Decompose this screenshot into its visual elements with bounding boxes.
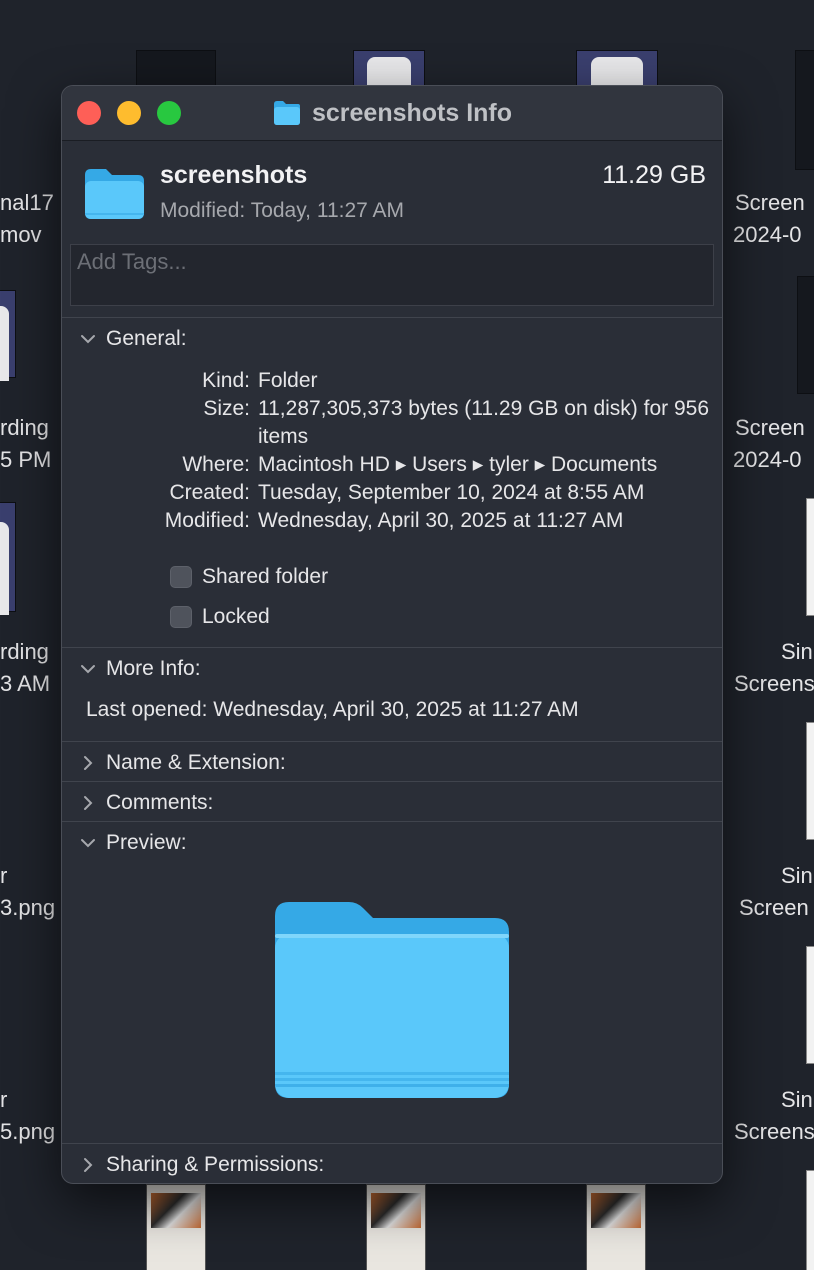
section-name-extension-toggle[interactable]: Name & Extension: bbox=[80, 748, 286, 778]
desktop-file-label[interactable]: nal17 bbox=[0, 187, 54, 219]
desktop-file-thumbnail[interactable] bbox=[806, 946, 814, 1064]
desktop-file-label[interactable]: 3 AM bbox=[0, 668, 50, 700]
desktop-file-thumbnail[interactable] bbox=[353, 50, 425, 91]
desktop-file-thumbnail[interactable] bbox=[366, 1184, 426, 1270]
shared-folder-checkbox[interactable] bbox=[170, 566, 192, 588]
folder-icon bbox=[85, 169, 144, 219]
modified-summary: Modified: Today, 11:27 AM bbox=[160, 199, 404, 223]
chevron-down-icon bbox=[81, 839, 95, 848]
info-value: Wednesday, April 30, 2025 at 11:27 AM bbox=[258, 509, 624, 532]
chevron-down-icon bbox=[81, 665, 95, 674]
info-key: Where: bbox=[182, 453, 250, 476]
folder-preview-icon bbox=[275, 902, 509, 1098]
title-bar[interactable]: screenshots Info bbox=[62, 86, 722, 141]
desktop-file-label[interactable]: 2024-0 bbox=[733, 219, 802, 251]
desktop-file-label[interactable]: Sin bbox=[781, 636, 813, 668]
desktop-file-thumbnail[interactable] bbox=[576, 50, 658, 91]
chevron-right-icon bbox=[84, 796, 93, 810]
folder-icon bbox=[273, 101, 300, 125]
desktop-file-thumbnail[interactable] bbox=[795, 50, 814, 170]
desktop-file-label[interactable]: 3.png bbox=[0, 892, 55, 924]
desktop-file-thumbnail[interactable] bbox=[806, 498, 814, 616]
section-more-info-toggle[interactable]: More Info: bbox=[80, 654, 201, 684]
desktop-file-thumbnail[interactable] bbox=[586, 1184, 646, 1270]
desktop-file-thumbnail[interactable] bbox=[797, 276, 814, 394]
desktop-file-label[interactable]: rding bbox=[0, 636, 49, 668]
info-window: screenshots Info screenshots 11.29 GB Mo… bbox=[61, 85, 723, 1184]
modified-label: Modified: bbox=[160, 199, 246, 222]
folder-name: screenshots bbox=[160, 161, 308, 189]
chevron-right-icon bbox=[84, 756, 93, 770]
section-name-extension-title: Name & Extension: bbox=[106, 751, 286, 774]
section-general-title: General: bbox=[106, 327, 187, 350]
chevron-down-icon bbox=[81, 335, 95, 344]
locked-option[interactable]: Locked bbox=[170, 605, 270, 629]
shared-folder-option[interactable]: Shared folder bbox=[170, 565, 328, 589]
desktop-file-label[interactable]: mov bbox=[0, 219, 42, 251]
desktop-file-label[interactable]: Screens bbox=[734, 1116, 814, 1148]
modified-value: Today, 11:27 AM bbox=[250, 199, 405, 222]
chevron-right-icon bbox=[84, 1158, 93, 1172]
desktop-file-thumbnail[interactable] bbox=[0, 290, 16, 381]
desktop-file-thumbnail[interactable] bbox=[0, 502, 16, 615]
section-preview-toggle[interactable]: Preview: bbox=[80, 828, 187, 858]
folder-size: 11.29 GB bbox=[602, 161, 706, 189]
locked-label: Locked bbox=[202, 605, 270, 628]
desktop-file-label[interactable]: Sin bbox=[781, 1084, 813, 1116]
last-opened: Last opened: Wednesday, April 30, 2025 a… bbox=[86, 698, 579, 721]
tags-field[interactable]: Add Tags... bbox=[70, 244, 714, 306]
info-header: screenshots 11.29 GB Modified: Today, 11… bbox=[62, 141, 722, 241]
desktop-file-label[interactable]: r bbox=[0, 860, 7, 892]
desktop-file-thumbnail[interactable] bbox=[806, 1170, 814, 1270]
section-comments-toggle[interactable]: Comments: bbox=[80, 788, 213, 818]
divider bbox=[62, 741, 722, 742]
section-preview-title: Preview: bbox=[106, 831, 187, 854]
desktop-file-label[interactable]: rding bbox=[0, 412, 49, 444]
desktop-file-label[interactable]: Screen bbox=[735, 412, 805, 444]
section-sharing-permissions-title: Sharing & Permissions: bbox=[106, 1153, 325, 1176]
section-sharing-permissions-toggle[interactable]: Sharing & Permissions: bbox=[80, 1150, 324, 1180]
window-title: screenshots Info bbox=[311, 98, 513, 127]
section-comments-title: Comments: bbox=[106, 791, 214, 814]
divider bbox=[62, 821, 722, 822]
desktop-file-thumbnail[interactable] bbox=[136, 50, 216, 88]
desktop-file-label[interactable]: Sin bbox=[781, 860, 813, 892]
divider bbox=[62, 781, 722, 782]
desktop-file-label[interactable]: Screen bbox=[735, 187, 805, 219]
desktop: nal17 mov rding 5 PM rding 3 AM r 3.png … bbox=[0, 0, 814, 1270]
divider bbox=[62, 317, 722, 318]
section-more-info-title: More Info: bbox=[106, 657, 201, 680]
info-key: Created: bbox=[169, 481, 250, 504]
locked-checkbox[interactable] bbox=[170, 606, 192, 628]
info-key: Size: bbox=[203, 397, 250, 420]
desktop-file-thumbnail[interactable] bbox=[146, 1184, 206, 1270]
info-row-where: Where: Macintosh HD ▸ Users ▸ tyler ▸ Do… bbox=[125, 451, 722, 479]
desktop-file-thumbnail[interactable] bbox=[806, 722, 814, 840]
desktop-file-label[interactable]: 5 PM bbox=[0, 444, 51, 476]
desktop-file-label[interactable]: r bbox=[0, 1084, 7, 1116]
shared-folder-label: Shared folder bbox=[202, 565, 329, 588]
info-value: 11,287,305,373 bytes (11.29 GB on disk) … bbox=[258, 397, 710, 448]
info-key: Kind: bbox=[202, 369, 250, 392]
info-value: Macintosh HD ▸ Users ▸ tyler ▸ Documents bbox=[258, 453, 658, 476]
desktop-file-label[interactable]: Screen bbox=[739, 892, 809, 924]
info-row-kind: Kind: Folder bbox=[125, 367, 722, 395]
info-row-modified: Modified: Wednesday, April 30, 2025 at 1… bbox=[125, 507, 722, 535]
divider bbox=[62, 647, 722, 648]
divider bbox=[62, 1143, 722, 1144]
info-row-created: Created: Tuesday, September 10, 2024 at … bbox=[125, 479, 722, 507]
desktop-file-label[interactable]: 5.png bbox=[0, 1116, 55, 1148]
desktop-file-label[interactable]: Screens bbox=[734, 668, 814, 700]
info-value: Folder bbox=[258, 369, 318, 392]
desktop-file-label[interactable]: 2024-0 bbox=[733, 444, 802, 476]
title-wrap: screenshots Info bbox=[62, 86, 722, 140]
info-value: Tuesday, September 10, 2024 at 8:55 AM bbox=[258, 481, 645, 504]
info-key: Modified: bbox=[164, 509, 250, 532]
info-row-size: Size: 11,287,305,373 bytes (11.29 GB on … bbox=[125, 395, 718, 451]
section-general-toggle[interactable]: General: bbox=[80, 324, 187, 354]
